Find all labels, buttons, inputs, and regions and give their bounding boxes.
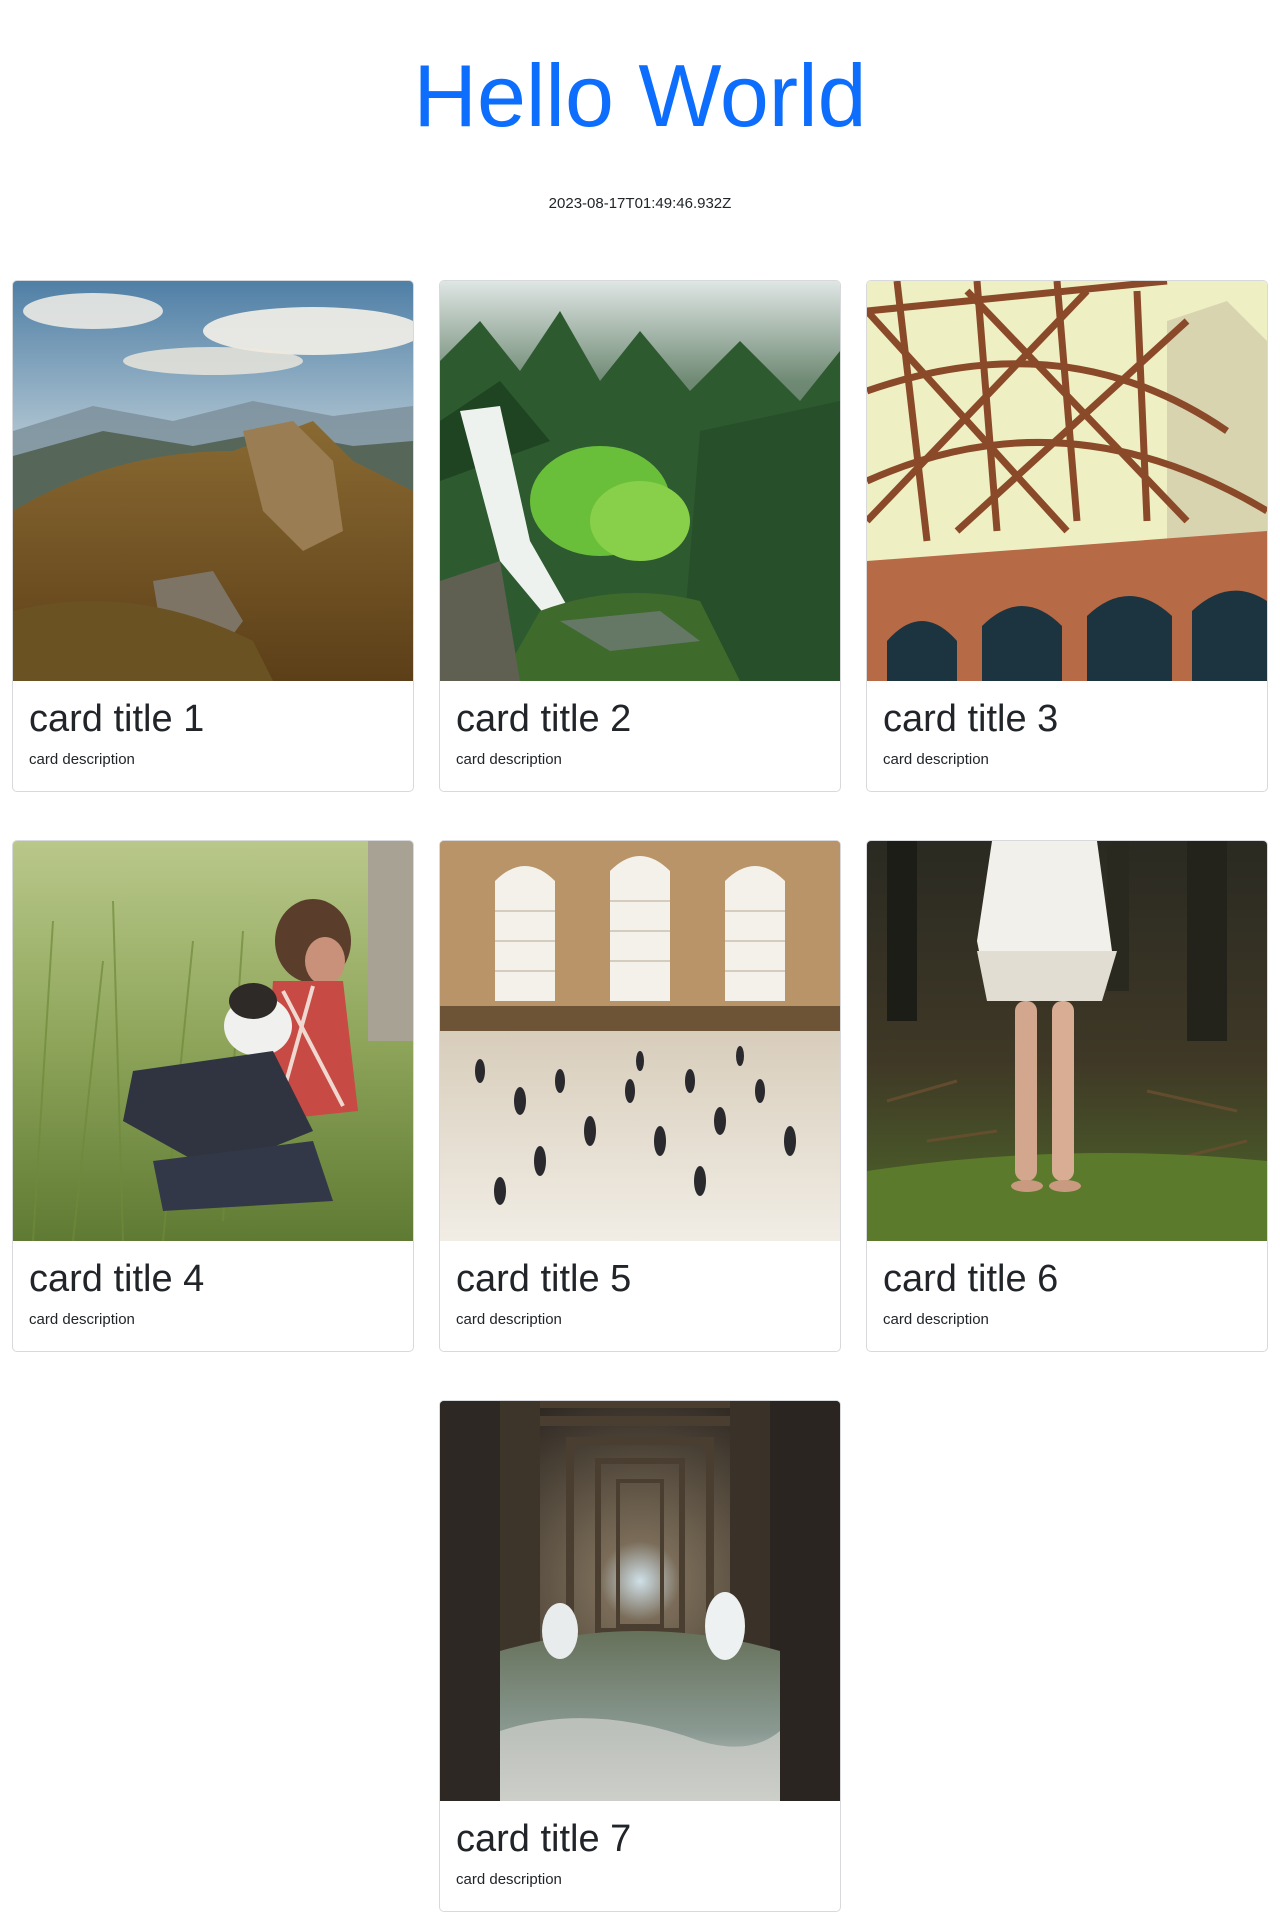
card-image-man-with-dog-in-grass [13, 841, 413, 1241]
card[interactable]: card title 5 card description [439, 840, 841, 1352]
card-description: card description [456, 1870, 562, 1888]
card-body: card title 1 card description [13, 681, 413, 791]
card-title: card title 5 [456, 1258, 632, 1300]
card-title: card title 6 [883, 1258, 1059, 1300]
card-description: card description [29, 750, 135, 768]
card-title: card title 7 [456, 1818, 632, 1860]
card-grid: card title 1 card description card title… [12, 280, 1268, 1912]
card-description: card description [29, 1310, 135, 1328]
card-image-bridge-arches [867, 281, 1267, 681]
card-title: card title 2 [456, 698, 632, 740]
card-image-mountain-landscape [13, 281, 413, 681]
card-description: card description [456, 1310, 562, 1328]
timestamp: 2023-08-17T01:49:46.932Z [548, 195, 732, 212]
card-image-under-pier-waves [440, 1401, 840, 1801]
card[interactable]: card title 7 card description [439, 1400, 841, 1912]
card[interactable]: card title 1 card description [12, 280, 414, 792]
card-description: card description [883, 750, 989, 768]
card-image-woman-white-dress-forest [867, 841, 1267, 1241]
page: Hello World 2023-08-17T01:49:46.932Z car… [0, 0, 1280, 1920]
card-description: card description [456, 750, 562, 768]
card-title: card title 4 [29, 1258, 205, 1300]
card-body: card title 7 card description [440, 1801, 840, 1911]
card-title: card title 1 [29, 698, 205, 740]
card-title: card title 3 [883, 698, 1059, 740]
card-body: card title 5 card description [440, 1241, 840, 1351]
page-title: Hello World [413, 46, 867, 145]
card[interactable]: card title 2 card description [439, 280, 841, 792]
card[interactable]: card title 3 card description [866, 280, 1268, 792]
card-image-train-station-crowd [440, 841, 840, 1241]
card-image-waterfall-forest [440, 281, 840, 681]
card-body: card title 4 card description [13, 1241, 413, 1351]
card-body: card title 6 card description [867, 1241, 1267, 1351]
card-body: card title 2 card description [440, 681, 840, 791]
card-description: card description [883, 1310, 989, 1328]
card-body: card title 3 card description [867, 681, 1267, 791]
card[interactable]: card title 6 card description [866, 840, 1268, 1352]
card[interactable]: card title 4 card description [12, 840, 414, 1352]
